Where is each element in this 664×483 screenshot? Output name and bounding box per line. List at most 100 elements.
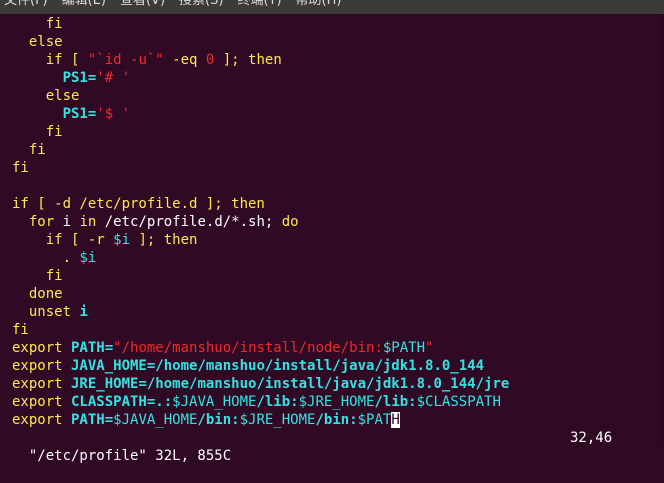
code-token: $i xyxy=(113,232,131,248)
code-token: export xyxy=(12,412,63,428)
code-line: export PATH=$JAVA_HOME/bin:$JRE_HOME/bin… xyxy=(12,411,660,429)
code-line: done xyxy=(12,285,660,303)
code-token: $PAT xyxy=(357,412,392,428)
code-token: $CLASSPATH xyxy=(416,394,501,410)
code-token: "/home/manshuo/install/node/bin: xyxy=(113,340,383,356)
code-token: if xyxy=(45,232,63,248)
code-token: $JAVA_HOME xyxy=(172,394,257,410)
code-token: /bin: xyxy=(197,412,240,428)
code-line: fi xyxy=(12,123,660,141)
code-token: $JAVA_HOME xyxy=(113,412,198,428)
code-token: export xyxy=(12,358,63,374)
code-line: PS1='# ' xyxy=(12,69,660,87)
code-token: ]; then xyxy=(130,232,198,248)
menu-search[interactable]: 搜索(S) xyxy=(179,0,223,9)
code-token: fi xyxy=(45,16,63,32)
code-token: i xyxy=(71,304,88,320)
code-token: /etc/profile.d/*.sh; xyxy=(96,214,282,230)
file-info: "/etc/profile" 32L, 855C xyxy=(28,448,232,464)
code-token: fi xyxy=(28,142,46,158)
menu-view[interactable]: 查看(V) xyxy=(120,0,165,9)
code-token: fi xyxy=(12,322,29,338)
menu-file[interactable]: 文件(F) xyxy=(4,0,48,9)
vim-status-line: "/etc/profile" 32L, 855C 32,46 xyxy=(12,429,660,464)
code-token: '# ' xyxy=(96,70,131,86)
code-token: PATH= xyxy=(62,340,114,356)
code-token: '$ ' xyxy=(96,106,131,122)
code-token: i xyxy=(54,214,80,230)
code-token: export xyxy=(12,340,63,356)
code-token: in xyxy=(79,214,97,230)
code-token: fi xyxy=(45,124,63,140)
code-token: if xyxy=(12,196,29,212)
code-line: fi xyxy=(12,321,660,339)
code-line: PS1='$ ' xyxy=(12,105,660,123)
code-token: if xyxy=(45,52,63,68)
code-token: $i xyxy=(79,250,97,266)
code-line: fi xyxy=(12,15,660,33)
code-token: $PATH xyxy=(382,340,426,356)
code-token: for xyxy=(28,214,55,230)
code-token: $JRE_HOME xyxy=(239,412,316,428)
code-line: export CLASSPATH=.:$JAVA_HOME/lib:$JRE_H… xyxy=(12,393,660,411)
code-line: else xyxy=(12,87,660,105)
code-token: export xyxy=(12,376,63,392)
cursor-position: 32,46 xyxy=(570,430,613,446)
code-token: else xyxy=(28,34,63,50)
code-line: fi xyxy=(12,159,660,177)
code-line: for i in /etc/profile.d/*.sh; do xyxy=(12,213,660,231)
code-line: fi xyxy=(12,267,660,285)
code-line: . $i xyxy=(12,249,660,267)
code-token: ]; then xyxy=(214,52,282,68)
text-cursor: H xyxy=(391,412,400,428)
code-token: unset xyxy=(28,304,72,320)
code-token: -eq xyxy=(163,52,206,68)
code-token: $JRE_HOME xyxy=(298,394,375,410)
menu-bar: 文件(F) 编辑(E) 查看(V) 搜索(S) 终端(T) 帮助(H) xyxy=(0,0,664,14)
menu-edit[interactable]: 编辑(E) xyxy=(62,0,106,9)
code-token: fi xyxy=(45,268,63,284)
code-token: [ xyxy=(62,52,88,68)
menu-help[interactable]: 帮助(H) xyxy=(296,0,342,9)
code-token: fi xyxy=(12,160,29,176)
code-token: . xyxy=(62,250,80,266)
code-token: CLASSPATH=.: xyxy=(62,394,173,410)
code-line: if [ -r $i ]; then xyxy=(12,231,660,249)
code-token: export xyxy=(12,394,63,410)
code-line: export JRE_HOME=/home/manshuo/install/ja… xyxy=(12,375,660,393)
terminal-text-area[interactable]: fi else if [ "`id -u`" -eq 0 ]; then PS1… xyxy=(12,15,660,429)
code-token: "`id -u`" xyxy=(87,52,164,68)
code-token: PATH= xyxy=(62,412,114,428)
code-token: done xyxy=(28,286,63,302)
code-token: else xyxy=(45,88,80,104)
code-token: /lib: xyxy=(374,394,417,410)
code-line: if [ "`id -u`" -eq 0 ]; then xyxy=(12,51,660,69)
code-token: PS1 xyxy=(62,70,88,86)
code-line: if [ -d /etc/profile.d ]; then xyxy=(12,195,660,213)
code-token: JRE_HOME=/home/manshuo/install/java/jdk1… xyxy=(62,376,510,392)
code-token: /lib: xyxy=(256,394,299,410)
code-line: else xyxy=(12,33,660,51)
menu-terminal[interactable]: 终端(T) xyxy=(237,0,281,9)
code-line: unset i xyxy=(12,303,660,321)
code-token: /bin: xyxy=(315,412,358,428)
code-line: export PATH="/home/manshuo/install/node/… xyxy=(12,339,660,357)
code-token: " xyxy=(425,340,434,356)
code-token: [ -d /etc/profile.d ]; then xyxy=(28,196,265,212)
code-token: JAVA_HOME=/home/manshuo/install/java/jdk… xyxy=(62,358,485,374)
code-line: fi xyxy=(12,141,660,159)
